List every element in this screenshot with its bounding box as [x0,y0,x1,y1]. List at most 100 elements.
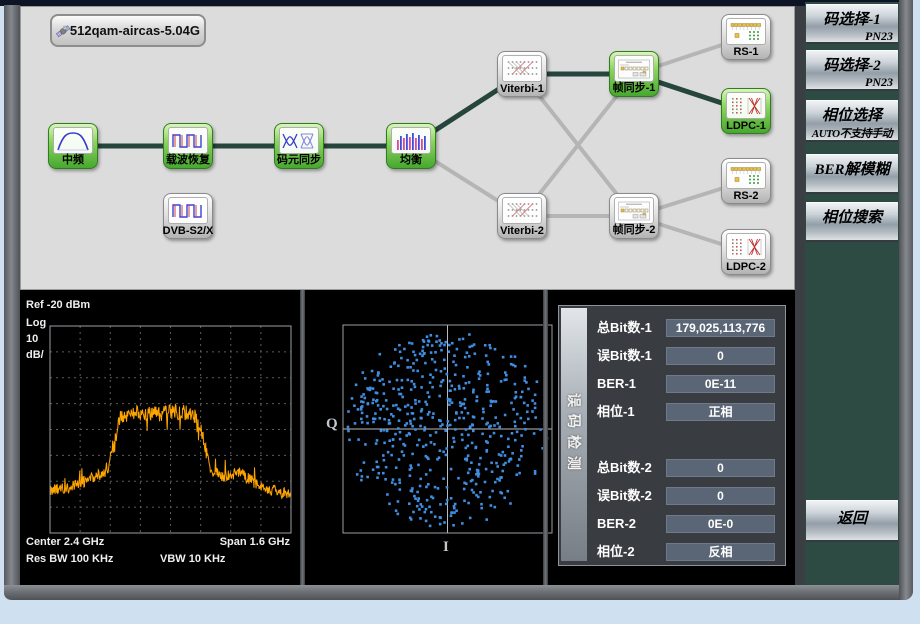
scale-label-log: Log [26,317,46,329]
button-label: BER解模糊 [806,158,898,179]
flow-node-frame2[interactable]: 帧同步-2 [609,193,659,239]
stat-row: BER-1 0E-11 [595,375,776,393]
flow-node-ldpc1[interactable]: LDPC-1 [721,88,771,134]
stat-value: 正相 [666,403,775,421]
q-axis-label: Q [326,416,338,433]
button-sub-label: AUTO不支持手动 [806,125,898,141]
trellis-icon [502,197,542,224]
flow-node-label: RS-1 [714,46,778,58]
constellation-plot [342,324,553,534]
trellis-icon [502,55,542,82]
frame-sync-icon [614,197,654,224]
flow-node-carrier[interactable]: 载波恢复 [163,123,213,169]
profile-title: 512qam-aircas-5.04G [70,23,200,38]
flow-node-label: LDPC-2 [714,261,778,273]
window-frame-bottom [4,585,913,600]
spectrum-plot [49,325,292,534]
return-button-label: 返回 [806,501,898,537]
flow-node-label: 载波恢复 [156,151,220,167]
error-detection-panel: 误码检测 总Bit数-1 179,025,113,776 误Bit数-1 0 BER… [558,305,786,566]
flow-node-label: 码元同步 [267,151,331,167]
phase-select-button[interactable]: 相位选择AUTO不支持手动 [806,100,898,142]
eye-diagram-icon [279,127,319,154]
ldpc-graph-icon [726,233,766,260]
stat-value: 0 [666,347,775,365]
frame-sync-icon [614,55,654,82]
satellite-icon [56,18,70,44]
flow-node-rs1[interactable]: RS-1 [721,14,771,60]
stat-value: 0 [666,487,775,505]
button-label: 相位选择 [806,104,898,125]
flow-node-rs2[interactable]: RS-2 [721,158,771,204]
stat-row: BER-2 0E-0 [595,515,776,533]
stat-label: 总Bit数-2 [597,459,652,477]
stat-value: 反相 [666,543,775,561]
flow-node-label: Viterbi-1 [490,83,554,95]
stat-value: 0 [666,459,775,477]
flow-node-frame1[interactable]: 帧同步-1 [609,51,659,97]
error-detection-title: 误码检测 [564,393,584,477]
stat-row: 误Bit数-1 0 [595,347,776,365]
flow-node-label: 均衡 [379,151,443,167]
sidebar: 码选择-1PN23码选择-2PN23相位选择AUTO不支持手动BER解模糊相位搜… [805,2,899,585]
center-freq-label: Center 2.4 GHz [26,536,104,548]
stat-row: 相位-2 反相 [595,543,776,561]
i-axis-label: I [443,539,449,556]
stat-label: BER-2 [597,515,636,533]
scale-label-db: dB/ [26,349,44,361]
rs-matrix-icon [726,18,766,45]
flow-node-label: DVB-S2/X [156,225,220,237]
squarewave-icon [168,127,208,154]
button-label: 码选择-1 [806,8,898,29]
flow-node-eq[interactable]: 均衡 [386,123,436,169]
constellation-panel: Q I [305,290,543,585]
histogram-icon [391,127,431,154]
flow-node-label: RS-2 [714,190,778,202]
stat-label: 误Bit数-2 [597,487,652,505]
stat-row: 误Bit数-2 0 [595,487,776,505]
profile-button[interactable]: 512qam-aircas-5.04G [50,14,206,47]
window-frame-right [899,0,913,600]
scale-label-10: 10 [26,333,38,345]
stat-value: 0E-0 [666,515,775,533]
error-detection-title-strip: 误码检测 [561,308,587,561]
squarewave-icon [168,197,208,224]
flow-node-dvb[interactable]: DVB-S2/X [163,193,213,239]
flow-node-label: 帧同步-2 [602,221,666,237]
stat-row: 相位-1 正相 [595,403,776,421]
stat-label: BER-1 [597,375,636,393]
window-frame-left [4,5,20,600]
button-sub-label: PN23 [806,75,898,90]
stat-label: 总Bit数-1 [597,319,652,337]
flow-node-viterbi2[interactable]: Viterbi-2 [497,193,547,239]
phase-search-button[interactable]: 相位搜索 [806,202,898,242]
sidebar-divider [795,6,805,585]
stat-row: 总Bit数-1 179,025,113,776 [595,319,776,337]
vbw-label: VBW 10 KHz [160,553,225,565]
stat-label: 误Bit数-1 [597,347,652,365]
span-label: Span 1.6 GHz [220,536,290,548]
ber-deblur-button[interactable]: BER解模糊 [806,154,898,194]
return-button[interactable]: 返回 [806,500,898,542]
code-select-2-button[interactable]: 码选择-2PN23 [806,50,898,91]
button-label: 相位搜索 [806,206,898,227]
button-sub-label: PN23 [806,29,898,44]
ref-level-label: Ref -20 dBm [26,299,90,311]
flow-node-ldpc2[interactable]: LDPC-2 [721,229,771,275]
button-label: 码选择-2 [806,54,898,75]
flow-node-viterbi1[interactable]: Viterbi-1 [497,51,547,97]
stat-value: 179,025,113,776 [666,319,775,337]
ldpc-graph-icon [726,92,766,119]
measurement-area: Ref -20 dBm Log 10 dB/ Center 2.4 GHz Sp… [20,290,795,585]
flow-node-label: Viterbi-2 [490,225,554,237]
bandpass-icon [53,127,93,154]
stat-row: 总Bit数-2 0 [595,459,776,477]
panel-divider-2 [543,290,548,585]
code-select-1-button[interactable]: 码选择-1PN23 [806,4,898,44]
spectrum-panel: Ref -20 dBm Log 10 dB/ Center 2.4 GHz Sp… [20,290,300,585]
stat-label: 相位-2 [597,543,635,561]
flow-diagram-panel: 中频 载波恢复 码元同步 DVB-S2/X 均衡 Viterbi-1 Viter… [20,6,795,290]
flow-node-symbol[interactable]: 码元同步 [274,123,324,169]
flow-node-if[interactable]: 中频 [48,123,98,169]
stat-label: 相位-1 [597,403,635,421]
